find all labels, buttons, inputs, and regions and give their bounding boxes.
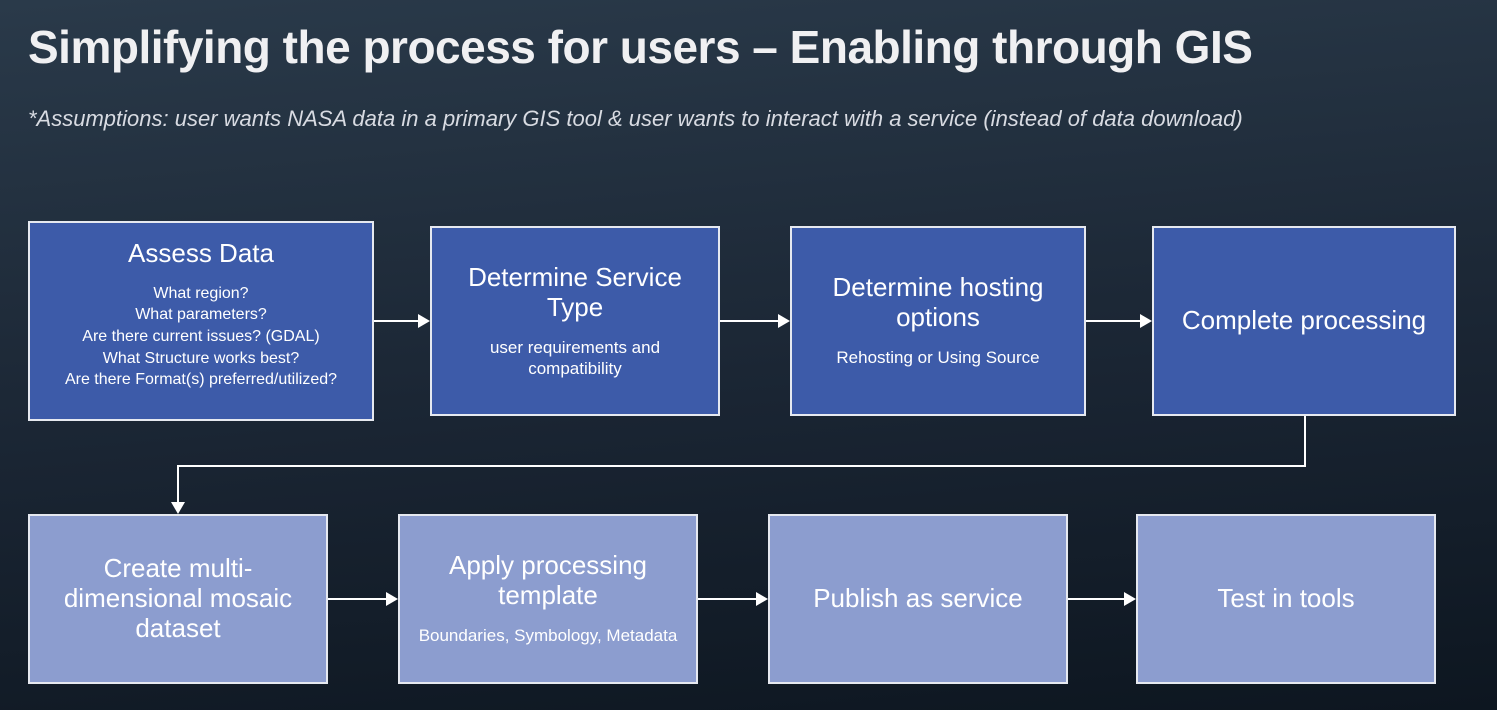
step-determine-hosting: Determine hosting options Rehosting or U…	[790, 226, 1086, 416]
assumptions-note: *Assumptions: user wants NASA data in a …	[28, 106, 1243, 132]
step-subtitle: user requirements and compatibility	[444, 337, 706, 380]
step-title: Publish as service	[813, 584, 1023, 614]
step-apply-template: Apply processing template Boundaries, Sy…	[398, 514, 698, 684]
step-create-mosaic: Create multi-dimensional mosaic dataset	[28, 514, 328, 684]
step-title: Test in tools	[1217, 584, 1354, 614]
arrow-icon	[698, 588, 768, 610]
elbow-arrow-icon	[170, 416, 1458, 516]
detail-line: Are there current issues? (GDAL)	[65, 326, 337, 348]
step-detail-list: What region? What parameters? Are there …	[65, 283, 337, 391]
step-determine-service-type: Determine Service Type user requirements…	[430, 226, 720, 416]
step-title: Complete processing	[1182, 306, 1426, 336]
step-subtitle: Rehosting or Using Source	[836, 347, 1039, 368]
step-complete-processing: Complete processing	[1152, 226, 1456, 416]
detail-line: What parameters?	[65, 304, 337, 326]
arrow-icon	[720, 310, 790, 332]
detail-line: What Structure works best?	[65, 348, 337, 370]
step-title: Apply processing template	[412, 551, 684, 611]
detail-line: What region?	[65, 283, 337, 305]
step-title: Assess Data	[128, 239, 274, 269]
slide-title: Simplifying the process for users – Enab…	[28, 20, 1252, 74]
step-publish-service: Publish as service	[768, 514, 1068, 684]
step-title: Determine hosting options	[804, 273, 1072, 333]
arrow-icon	[1086, 310, 1152, 332]
detail-line: Are there Format(s) preferred/utilized?	[65, 369, 337, 391]
step-test-tools: Test in tools	[1136, 514, 1436, 684]
arrow-icon	[374, 310, 430, 332]
step-title: Determine Service Type	[444, 263, 706, 323]
step-assess-data: Assess Data What region? What parameters…	[28, 221, 374, 421]
arrow-icon	[1068, 588, 1136, 610]
step-title: Create multi-dimensional mosaic dataset	[42, 554, 314, 644]
step-subtitle: Boundaries, Symbology, Metadata	[419, 625, 678, 646]
arrow-icon	[328, 588, 398, 610]
